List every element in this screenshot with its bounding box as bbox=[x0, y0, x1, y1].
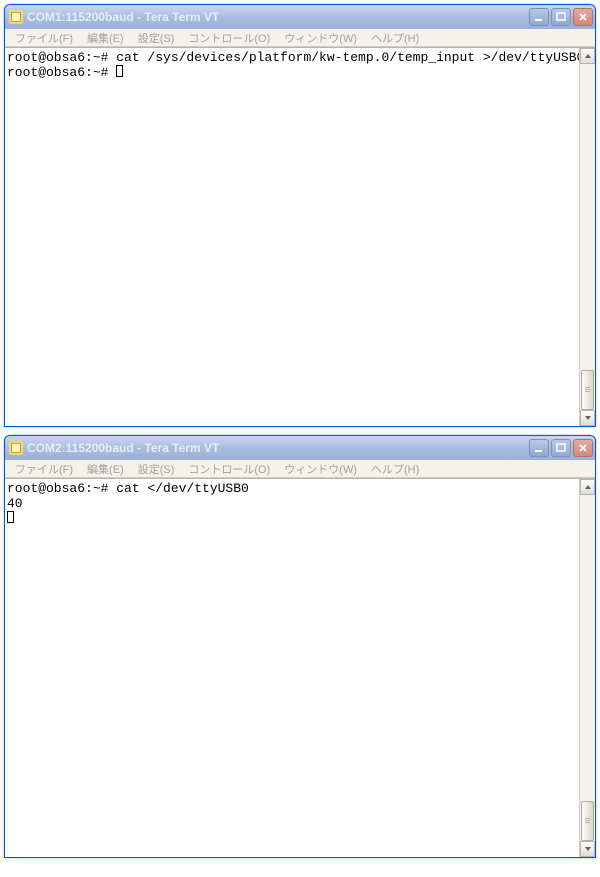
window-buttons bbox=[529, 439, 593, 457]
titlebar[interactable]: COM1:115200baud - Tera Term VT bbox=[5, 5, 595, 29]
text-cursor bbox=[116, 65, 123, 77]
scroll-thumb[interactable] bbox=[581, 801, 594, 841]
chevron-up-icon bbox=[584, 52, 592, 60]
grip-icon bbox=[585, 818, 590, 824]
terminal-output[interactable]: root@obsa6:~# cat </dev/ttyUSB0 40 bbox=[5, 479, 579, 857]
menu-help[interactable]: ヘルプ(H) bbox=[365, 29, 425, 47]
minimize-icon bbox=[534, 443, 544, 453]
menu-window[interactable]: ウィンドウ(W) bbox=[278, 460, 363, 478]
scroll-up-button[interactable] bbox=[580, 48, 595, 64]
minimize-button[interactable] bbox=[529, 8, 549, 26]
vertical-scrollbar[interactable] bbox=[579, 48, 595, 426]
menu-help[interactable]: ヘルプ(H) bbox=[365, 460, 425, 478]
terminal-line: root@obsa6:~# bbox=[7, 65, 116, 80]
titlebar[interactable]: COM2:115200baud - Tera Term VT bbox=[5, 436, 595, 460]
scroll-down-button[interactable] bbox=[580, 410, 595, 426]
client-area: root@obsa6:~# cat /sys/devices/platform/… bbox=[5, 47, 595, 426]
close-icon bbox=[578, 443, 588, 453]
maximize-button[interactable] bbox=[551, 439, 571, 457]
client-area: root@obsa6:~# cat </dev/ttyUSB0 40 bbox=[5, 478, 595, 857]
menu-edit[interactable]: 編集(E) bbox=[81, 460, 130, 478]
scroll-up-button[interactable] bbox=[580, 479, 595, 495]
chevron-down-icon bbox=[584, 414, 592, 422]
menubar: ファイル(F) 編集(E) 設定(S) コントロール(O) ウィンドウ(W) ヘ… bbox=[5, 29, 595, 47]
scroll-track[interactable] bbox=[580, 495, 595, 841]
maximize-button[interactable] bbox=[551, 8, 571, 26]
menu-control[interactable]: コントロール(O) bbox=[182, 29, 276, 47]
close-icon bbox=[578, 12, 588, 22]
scroll-track[interactable] bbox=[580, 64, 595, 410]
terminal-window-com1: COM1:115200baud - Tera Term VT ファイル(F) 編… bbox=[4, 4, 596, 427]
menu-setup[interactable]: 設定(S) bbox=[132, 29, 181, 47]
terminal-line: root@obsa6:~# cat </dev/ttyUSB0 bbox=[7, 481, 249, 496]
maximize-icon bbox=[556, 443, 566, 453]
window-buttons bbox=[529, 8, 593, 26]
menu-control[interactable]: コントロール(O) bbox=[182, 460, 276, 478]
grip-icon bbox=[585, 387, 590, 393]
text-cursor bbox=[7, 511, 14, 523]
menu-file[interactable]: ファイル(F) bbox=[9, 460, 79, 478]
menu-window[interactable]: ウィンドウ(W) bbox=[278, 29, 363, 47]
scroll-thumb[interactable] bbox=[581, 370, 594, 410]
chevron-down-icon bbox=[584, 845, 592, 853]
terminal-window-com2: COM2:115200baud - Tera Term VT ファイル(F) 編… bbox=[4, 435, 596, 858]
close-button[interactable] bbox=[573, 8, 593, 26]
chevron-up-icon bbox=[584, 483, 592, 491]
menubar: ファイル(F) 編集(E) 設定(S) コントロール(O) ウィンドウ(W) ヘ… bbox=[5, 460, 595, 478]
menu-setup[interactable]: 設定(S) bbox=[132, 460, 181, 478]
terminal-line: root@obsa6:~# cat /sys/devices/platform/… bbox=[7, 50, 579, 65]
app-icon bbox=[9, 10, 23, 24]
window-title: COM2:115200baud - Tera Term VT bbox=[27, 441, 529, 455]
terminal-output[interactable]: root@obsa6:~# cat /sys/devices/platform/… bbox=[5, 48, 579, 426]
scroll-down-button[interactable] bbox=[580, 841, 595, 857]
minimize-icon bbox=[534, 12, 544, 22]
maximize-icon bbox=[556, 12, 566, 22]
minimize-button[interactable] bbox=[529, 439, 549, 457]
close-button[interactable] bbox=[573, 439, 593, 457]
menu-edit[interactable]: 編集(E) bbox=[81, 29, 130, 47]
menu-file[interactable]: ファイル(F) bbox=[9, 29, 79, 47]
terminal-line: 40 bbox=[7, 496, 23, 511]
app-icon bbox=[9, 441, 23, 455]
vertical-scrollbar[interactable] bbox=[579, 479, 595, 857]
window-title: COM1:115200baud - Tera Term VT bbox=[27, 10, 529, 24]
